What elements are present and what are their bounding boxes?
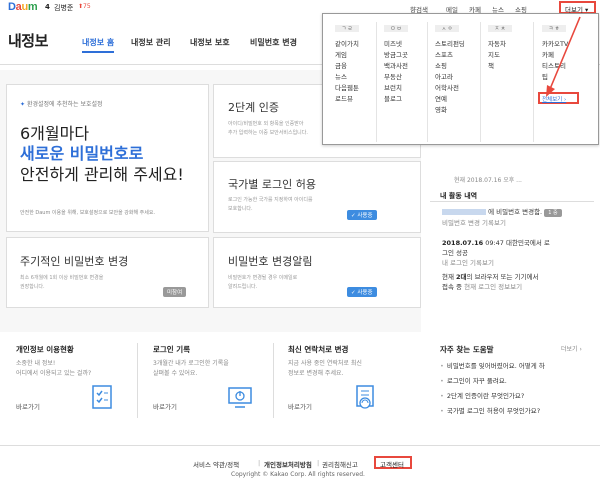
dropdown-item[interactable]: 자동차 — [488, 39, 506, 50]
periodic-password-status: 미참여 — [163, 287, 187, 297]
dropdown-item[interactable]: 블로그 — [384, 94, 408, 105]
recommend-desc: 안전한 Daum 이용을 위해, 보호설정으로 보안을 강화해 주세요. — [20, 210, 156, 216]
dropdown-item[interactable]: 쇼핑 — [435, 61, 465, 72]
masked-account — [442, 209, 486, 215]
help-item[interactable]: • 국가별 로그인 허용이 무엇인가요? — [440, 405, 540, 415]
daum-logo[interactable]: Daum — [8, 1, 38, 13]
dropdown-column: 같이가치 게임 금융 뉴스 다음웹툰 로드뷰 — [335, 39, 359, 105]
current-time: 현재 2018.07.16 오후 ... — [454, 177, 522, 184]
user-name[interactable]: 김병준 — [54, 3, 73, 13]
periodic-password-desc: 최소 6개월에 1회 이상 비밀번호 변경을 권장합니다. — [20, 275, 104, 290]
password-alert-card[interactable] — [213, 237, 421, 308]
activity-link[interactable]: 현재 로그인 정보보기 — [464, 283, 522, 291]
activity-divider — [430, 201, 594, 202]
service-login-title: 로그인 기록 — [153, 345, 191, 354]
service-privacy-title: 개인정보 이용현황 — [16, 345, 74, 354]
footer-terms-link[interactable]: 서비스 약관/정책 — [193, 459, 239, 469]
activity-item-password: 에 비밀번호 변경함. 1 중 비밀번호 변경 기록보기 — [442, 207, 592, 228]
country-login-status: ✓ 사용중 — [347, 210, 377, 220]
document-refresh-icon — [353, 384, 377, 410]
dropdown-group-header: ㄱ ㄹ — [335, 25, 359, 32]
help-item[interactable]: • 2단계 인증이란 무엇인가요? — [440, 390, 524, 400]
service-contact-desc: 지금 사용 중인 연락처로 최신 정보로 변경해 주세요. — [288, 360, 362, 377]
country-login-title: 국가별 로그인 허용 — [228, 178, 316, 191]
dropdown-item[interactable]: 미즈넷 — [384, 39, 408, 50]
dropdown-column: 스토리펀딩 스포츠 쇼핑 아고라 어학사전 연예 영화 — [435, 39, 465, 116]
dropdown-item[interactable]: 같이가치 — [335, 39, 359, 50]
clipboard-check-icon — [90, 384, 114, 410]
periodic-password-title: 주기적인 비밀번호 변경 — [20, 255, 129, 268]
service-divider — [137, 343, 138, 418]
footer-separator: | — [258, 459, 261, 467]
dropdown-item[interactable]: 아고라 — [435, 72, 465, 83]
dropdown-item[interactable]: 부동산 — [384, 72, 408, 83]
activity-link[interactable]: 내 로그인 기록보기 — [442, 258, 592, 268]
dropdown-item[interactable]: 책 — [488, 61, 506, 72]
dropdown-column: 자동차 지도 책 — [488, 39, 506, 72]
footer-separator: | — [317, 459, 320, 467]
service-login-link[interactable]: 바로가기 — [153, 401, 177, 411]
recommend-line3: 안전하게 관리해 주세요! — [20, 165, 184, 184]
help-title: 자주 찾는 도움말 — [440, 345, 494, 354]
service-privacy-link[interactable]: 바로가기 — [16, 401, 40, 411]
service-divider — [273, 343, 274, 418]
footer-report-link[interactable]: 권리침해신고 — [322, 459, 358, 469]
dropdown-divider — [480, 22, 481, 142]
dropdown-item[interactable]: 연예 — [435, 94, 465, 105]
dropdown-item[interactable]: 스포츠 — [435, 50, 465, 61]
two-factor-title: 2단계 인증 — [228, 101, 279, 114]
recommend-badge: ✦ 환경설정에 추천하는 보호설정 — [20, 101, 103, 108]
dropdown-group-header: ㅁ ㅂ — [384, 25, 408, 32]
dropdown-item[interactable]: 뉴스 — [335, 72, 359, 83]
password-alert-title: 비밀번호 변경알림 — [228, 255, 313, 268]
tab-password[interactable]: 비밀번호 변경 — [250, 37, 297, 48]
tab-home[interactable]: 내정보 홈 — [82, 37, 115, 53]
dropdown-item[interactable]: 스토리펀딩 — [435, 39, 465, 50]
page-title: 내정보 — [8, 32, 48, 50]
activity-link[interactable]: 비밀번호 변경 기록보기 — [442, 218, 592, 228]
password-alert-status: ✓ 사용중 — [347, 287, 377, 297]
user-level: 4 — [45, 3, 50, 11]
password-alert-desc: 비밀번호가 변경될 경우 이메일로 알려드립니다. — [228, 275, 298, 290]
copyright: Copyright © Kakao Corp. All rights reser… — [231, 471, 365, 478]
tab-protect[interactable]: 내정보 보호 — [190, 37, 230, 48]
annotation-arrow — [546, 16, 581, 97]
dropdown-item[interactable]: 지도 — [488, 50, 506, 61]
dropdown-item[interactable]: 방금그곳 — [384, 50, 408, 61]
dropdown-item[interactable]: 게임 — [335, 50, 359, 61]
monitor-power-icon — [228, 384, 252, 410]
help-item[interactable]: • 비밀번호를 잊어버렸어요. 어떻게 하 — [440, 360, 545, 370]
tab-manage[interactable]: 내정보 관리 — [131, 37, 171, 48]
dropdown-item[interactable]: 백과사전 — [384, 61, 408, 72]
help-item[interactable]: • 로그인이 자꾸 풀려요. — [440, 375, 507, 385]
service-contact-link[interactable]: 바로가기 — [288, 401, 312, 411]
periodic-password-card[interactable] — [6, 237, 209, 308]
footer-divider — [0, 445, 600, 446]
two-factor-desc: 아이디/비밀번호 외 항목을 인증받아 추가 입력하는 이중 보안서비스입니다. — [228, 121, 308, 136]
activity-item-login: 2018.07.16 09:47 대한민국에서 로 그인 성공 내 로그인 기록… — [442, 238, 592, 268]
customer-center-link[interactable]: 고객센터 — [374, 456, 412, 469]
dropdown-item[interactable]: 영화 — [435, 105, 465, 116]
service-privacy-desc: 소중한 내 정보! 어디에서 이용되고 있는 걸까? — [16, 360, 92, 377]
service-login-desc: 3개월간 내가 로그인한 기록을 살펴볼 수 있어요. — [153, 360, 229, 377]
dropdown-item[interactable]: 어학사전 — [435, 83, 465, 94]
service-contact-title: 최신 연락처로 변경 — [288, 345, 349, 354]
dropdown-item[interactable]: 로드뷰 — [335, 94, 359, 105]
dropdown-column: 미즈넷 방금그곳 백과사전 부동산 브런치 블로그 — [384, 39, 408, 105]
activity-item-devices: 현재 2대의 브라우저 또는 기기에서 접속 중 현재 로그인 정보보기 — [442, 273, 539, 291]
dropdown-group-header: ㅅ ㅇ — [435, 25, 459, 32]
dropdown-divider — [427, 22, 428, 142]
user-score: ⬆75 — [78, 3, 91, 10]
dropdown-item[interactable]: 금융 — [335, 61, 359, 72]
activity-title: 내 활동 내역 — [440, 192, 478, 200]
dropdown-divider — [376, 22, 377, 142]
footer-privacy-link[interactable]: 개인정보처리방침 — [264, 459, 312, 469]
help-more-link[interactable]: 더보기 › — [561, 344, 582, 353]
dropdown-group-header: ㅈ ㅊ — [488, 25, 512, 32]
dropdown-item[interactable]: 브런치 — [384, 83, 408, 94]
dropdown-item[interactable]: 다음웹툰 — [335, 83, 359, 94]
country-login-desc: 로그인 가능한 국가를 지정하여 아이디를 보호합니다. — [228, 197, 313, 212]
